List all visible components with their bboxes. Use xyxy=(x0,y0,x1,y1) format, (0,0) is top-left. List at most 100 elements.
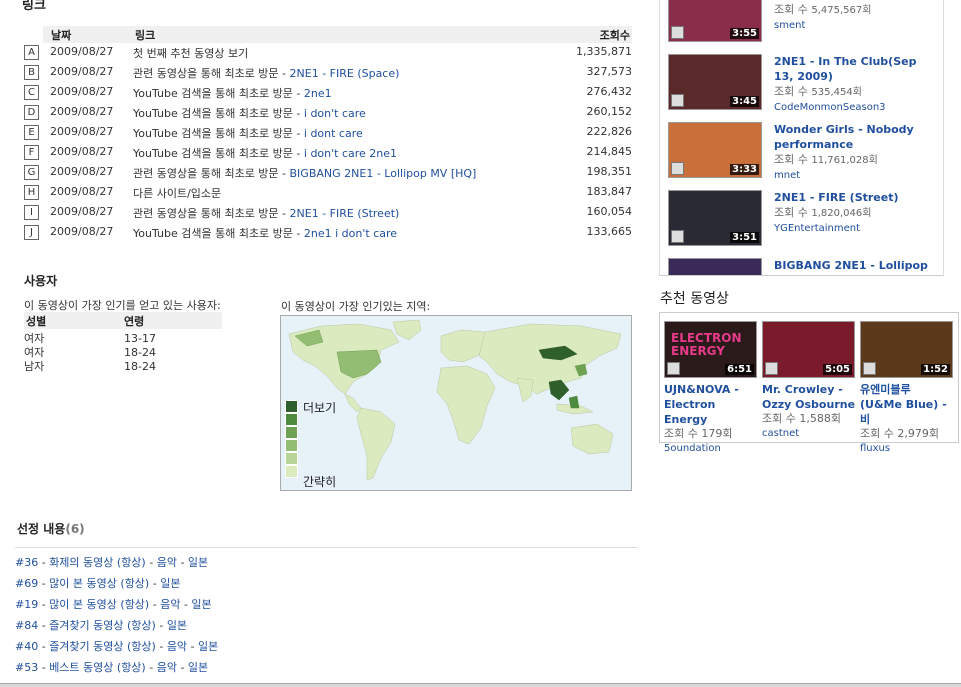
recommended-video-channel[interactable]: fluxus xyxy=(860,441,955,456)
video-duration: 5:05 xyxy=(823,364,852,375)
views-count: 2,979회 xyxy=(897,427,939,440)
video-thumbnail[interactable]: 5:05 xyxy=(762,321,855,378)
featured-category-link[interactable]: 많이 본 동영상 (항상) xyxy=(49,577,149,590)
featured-region-link[interactable]: 일본 xyxy=(167,619,187,632)
related-video-title[interactable]: Wonder Girls - Nobody performance xyxy=(774,122,939,152)
featured-region-link[interactable]: 일본 xyxy=(198,640,218,653)
row-letter-badge: A xyxy=(24,45,39,60)
add-to-quicklist-icon[interactable] xyxy=(667,362,680,375)
link-row: E 2009/08/27 YouTube 검색을 통해 최초로 방문 - i don… xyxy=(24,123,632,143)
video-thumbnail[interactable]: ELECTRON ENERGY 6:51 xyxy=(664,321,757,378)
add-to-quicklist-icon[interactable] xyxy=(765,362,778,375)
row-date: 2009/08/27 xyxy=(50,145,114,158)
row-date: 2009/08/27 xyxy=(50,205,114,218)
video-thumbnail[interactable]: 3:51 xyxy=(668,190,762,246)
recommended-video-title[interactable]: 유엔미블루 (U&Me Blue) - 비 xyxy=(860,382,955,427)
featured-rank-link[interactable]: #69 xyxy=(15,577,38,590)
age-column-header: 연령 xyxy=(124,315,145,328)
recommended-video-channel[interactable]: castnet xyxy=(762,426,857,441)
related-video-title[interactable]: 2NE1 - In The Club(Sep 13, 2009) xyxy=(774,54,939,84)
video-thumbnail[interactable]: 3:45 xyxy=(668,54,762,110)
row-letter-badge: D xyxy=(24,105,39,120)
map-caption: 이 동영상이 가장 인기있는 지역: xyxy=(281,300,431,313)
links-section-title: 링크 xyxy=(22,0,46,13)
featured-region-link[interactable]: 일본 xyxy=(160,577,180,590)
related-video-title[interactable]: 2NE1 - FIRE (Street) xyxy=(774,190,939,205)
row-source-link[interactable]: i don't care xyxy=(304,107,366,120)
recommended-video-views: 조회 수 179회 xyxy=(664,427,759,441)
row-description: YouTube 검색을 통해 최초로 방문 - i don't care 2ne… xyxy=(133,145,397,161)
row-source-link[interactable]: i dont care xyxy=(304,127,363,140)
row-source-link[interactable]: 2ne1 xyxy=(304,87,332,100)
related-video-info: BIGBANG 2NE1 - Lollipop MV [HQ] xyxy=(774,258,939,275)
video-thumbnail[interactable] xyxy=(668,258,762,275)
related-video-channel[interactable]: YGEntertainment xyxy=(774,221,939,236)
row-letter-badge: E xyxy=(24,125,39,140)
row-views: 327,573 xyxy=(586,65,633,78)
related-video-title[interactable]: BIGBANG 2NE1 - Lollipop MV [HQ] xyxy=(774,258,939,275)
link-row: I 2009/08/27 관련 동영상을 통해 최초로 방문 - 2NE1 - FI… xyxy=(24,203,632,223)
link-row: F 2009/08/27 YouTube 검색을 통해 최초로 방문 - i don… xyxy=(24,143,632,163)
video-thumbnail[interactable]: 3:33 xyxy=(668,122,762,178)
featured-region-link[interactable]: 일본 xyxy=(191,598,211,611)
featured-category-link[interactable]: 화제의 동영상 (항상) xyxy=(49,556,146,569)
related-video-info: 2NE1 - In The Club(Sep 13, 2009) 조회 수 535… xyxy=(774,54,939,115)
user-row: 남자 18-24 xyxy=(24,358,222,373)
world-map[interactable]: 더보기 간략히 xyxy=(280,315,632,491)
user-row: 여자 18-24 xyxy=(24,344,222,359)
featured-region-link[interactable]: 일본 xyxy=(188,661,208,674)
featured-region-link[interactable]: 일본 xyxy=(188,556,208,569)
link-row: C 2009/08/27 YouTube 검색을 통해 최초로 방문 - 2ne1 2… xyxy=(24,83,632,103)
user-row: 여자 13-17 xyxy=(24,330,222,345)
add-to-quicklist-icon[interactable] xyxy=(671,162,684,175)
featured-rank-link[interactable]: #84 xyxy=(15,619,38,632)
recommended-video-views: 조회 수 1,588회 xyxy=(762,412,857,426)
add-to-quicklist-icon[interactable] xyxy=(671,26,684,39)
recommended-video-title[interactable]: UJN&NOVA - Electron Energy xyxy=(664,382,759,427)
row-source-link[interactable]: 2NE1 - FIRE (Space) xyxy=(290,67,400,80)
add-to-quicklist-icon[interactable] xyxy=(671,94,684,107)
featured-category-link[interactable]: 베스트 동영상 (항상) xyxy=(49,661,146,674)
featured-genre-link[interactable]: 음악 xyxy=(157,556,177,569)
video-duration: 1:52 xyxy=(921,364,950,375)
featured-rank-link[interactable]: #53 xyxy=(15,661,38,674)
featured-genre-link[interactable]: 음악 xyxy=(167,640,187,653)
featured-category-link[interactable]: 많이 본 동영상 (항상) xyxy=(49,598,149,611)
recommended-video[interactable]: 1:52 유엔미블루 (U&Me Blue) - 비 조회 수 2,979회 flux… xyxy=(860,321,955,456)
link-row: G 2009/08/27 관련 동영상을 통해 최초로 방문 - BIGBANG 2… xyxy=(24,163,632,183)
featured-genre-link[interactable]: 음악 xyxy=(157,661,177,674)
legend-swatch xyxy=(285,452,298,465)
featured-item: #69 - 많이 본 동영상 (항상) - 일본 xyxy=(15,577,181,590)
recommended-video[interactable]: 5:05 Mr. Crowley - Ozzy Osbourne 조회 수 1,58… xyxy=(762,321,857,441)
row-letter-badge: B xyxy=(24,65,39,80)
recommended-video-title[interactable]: Mr. Crowley - Ozzy Osbourne xyxy=(762,382,857,412)
related-video-channel[interactable]: CodeMonmonSeason3 xyxy=(774,100,939,115)
add-to-quicklist-icon[interactable] xyxy=(671,230,684,243)
row-views: 214,845 xyxy=(586,145,633,158)
video-thumbnail[interactable]: 1:52 xyxy=(860,321,953,378)
featured-rank-link[interactable]: #40 xyxy=(15,640,38,653)
recommended-video[interactable]: ELECTRON ENERGY 6:51 UJN&NOVA - Electron E… xyxy=(664,321,759,456)
recommended-video-channel[interactable]: 5oundation xyxy=(664,441,759,456)
row-views: 198,351 xyxy=(586,165,633,178)
row-source-link[interactable]: 2ne1 i don't care xyxy=(304,227,397,240)
user-gender: 남자 xyxy=(24,360,45,373)
featured-rank-link[interactable]: #36 xyxy=(15,556,38,569)
related-video-channel[interactable]: sment xyxy=(774,18,939,33)
row-source-link[interactable]: i don't care 2ne1 xyxy=(304,147,397,160)
link-row: A 2009/08/27 첫 번째 추천 동영상 보기 1,335,871 xyxy=(24,43,632,63)
row-source-link[interactable]: 2NE1 - FIRE (Street) xyxy=(290,207,400,220)
views-count: 5,475,567회 xyxy=(811,5,872,16)
featured-category-link[interactable]: 즐겨찾기 동영상 (항상) xyxy=(49,640,156,653)
featured-rank-link[interactable]: #19 xyxy=(15,598,38,611)
row-source-link[interactable]: BIGBANG 2NE1 - Lollipop MV [HQ] xyxy=(290,167,477,180)
row-description: YouTube 검색을 통해 최초로 방문 - i dont care xyxy=(133,125,363,141)
legend-swatch xyxy=(285,439,298,452)
add-to-quicklist-icon[interactable] xyxy=(863,362,876,375)
related-video-channel[interactable]: mnet xyxy=(774,168,939,183)
link-row: D 2009/08/27 YouTube 검색을 통해 최초로 방문 - i don… xyxy=(24,103,632,123)
featured-section-title: 선정 내용(6) xyxy=(17,522,85,536)
video-thumbnail[interactable]: 3:55 xyxy=(668,0,762,42)
featured-genre-link[interactable]: 음악 xyxy=(160,598,180,611)
featured-category-link[interactable]: 즐겨찾기 동영상 (항상) xyxy=(49,619,156,632)
